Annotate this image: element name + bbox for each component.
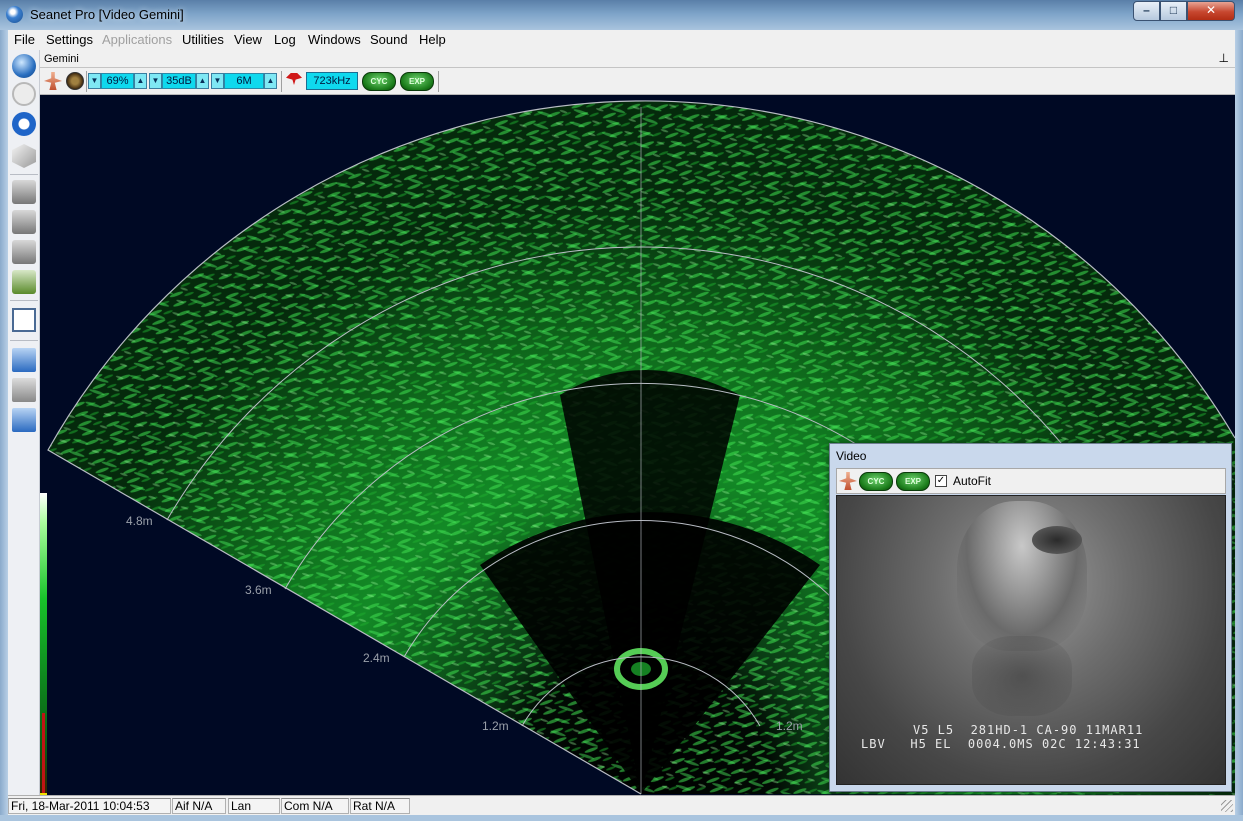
object-shadow — [972, 636, 1072, 716]
db-up-button[interactable]: ▲ — [196, 73, 209, 89]
status-lan: Lan — [228, 798, 280, 814]
db-down-button[interactable]: ▼ — [149, 73, 162, 89]
status-bar: Fri, 18-Mar-2011 10:04:53 Aif N/A Lan Co… — [8, 795, 1235, 815]
disabled-circle-icon[interactable] — [12, 82, 36, 106]
autofit-label: AutoFit — [953, 474, 992, 488]
range-label-4-8m: 4.8m — [126, 514, 153, 528]
menu-settings[interactable]: Settings — [46, 32, 93, 47]
gemini-panel-header: Gemini ⊥ — [40, 50, 1235, 68]
intensity-color-bar — [40, 493, 47, 795]
left-toolbar — [8, 50, 40, 795]
exp-button[interactable]: EXP — [400, 72, 434, 91]
printer-config-icon[interactable] — [12, 270, 36, 294]
menu-log[interactable]: Log — [274, 32, 296, 47]
osd-line-1: V5 L5 281HD-1 CA-90 11MAR11 — [913, 723, 1144, 737]
red-sonar-icon[interactable] — [286, 73, 302, 85]
minimize-button[interactable]: – — [1133, 1, 1160, 21]
monitor-settings-icon[interactable] — [12, 378, 36, 402]
db-value[interactable]: 35dB — [162, 73, 196, 89]
monitor-icon[interactable] — [12, 348, 36, 372]
toolbar-separator — [10, 174, 38, 175]
osd-line-2: LBV H5 EL 0004.0MS 02C 12:43:31 — [861, 737, 1141, 751]
printer-preview-icon[interactable] — [12, 210, 36, 234]
video-toolbar: CYC EXP ✓ AutoFit — [836, 468, 1226, 494]
close-button[interactable]: ✕ — [1187, 1, 1235, 21]
video-cyc-button[interactable]: CYC — [859, 472, 893, 491]
status-com: Com N/A — [281, 798, 349, 814]
window-title-bar[interactable]: Seanet Pro [Video Gemini] – □ ✕ — [0, 0, 1243, 30]
autofit-checkbox[interactable]: ✓ — [935, 475, 947, 487]
gain-down-button[interactable]: ▼ — [88, 73, 101, 89]
menu-utilities[interactable]: Utilities — [182, 32, 224, 47]
status-aif: Aif N/A — [172, 798, 226, 814]
window-icon[interactable] — [12, 308, 36, 332]
range-up-button[interactable]: ▲ — [264, 73, 277, 89]
toolbar-separator — [86, 71, 87, 92]
toolbar-separator — [10, 300, 38, 301]
monitor-add-icon[interactable] — [12, 408, 36, 432]
resize-grip[interactable] — [1221, 800, 1233, 812]
printer-setup-icon[interactable] — [12, 240, 36, 264]
toolbar-separator — [281, 71, 282, 92]
range-label-3-6m: 3.6m — [245, 583, 272, 597]
diver-icon[interactable] — [44, 72, 62, 90]
pin-icon[interactable]: ⊥ — [1219, 51, 1229, 65]
gemini-toolbar: ▼ 69% ▲ ▼ 35dB ▲ ▼ 6M ▲ 723kHz CYC EXP — [40, 68, 1235, 95]
range-label-1-2m-right: 1.2m — [776, 719, 803, 733]
video-exp-button[interactable]: EXP — [896, 472, 930, 491]
status-rat: Rat N/A — [350, 798, 410, 814]
video-window[interactable]: Video CYC EXP ✓ AutoFit V5 L5 281HD-1 CA… — [829, 443, 1232, 792]
range-value[interactable]: 6M — [224, 73, 264, 89]
gain-up-button[interactable]: ▲ — [134, 73, 147, 89]
frequency-value[interactable]: 723kHz — [306, 72, 358, 90]
diver-icon[interactable] — [839, 472, 857, 490]
gain-value[interactable]: 69% — [101, 73, 134, 89]
printer-icon[interactable] — [12, 180, 36, 204]
menu-sound[interactable]: Sound — [370, 32, 408, 47]
menu-applications[interactable]: Applications — [102, 32, 172, 47]
window-frame-left — [0, 30, 8, 821]
range-label-2-4m: 2.4m — [363, 651, 390, 665]
globe-icon[interactable] — [12, 54, 36, 78]
status-datetime: Fri, 18-Mar-2011 10:04:53 — [8, 798, 171, 814]
underwater-object — [957, 501, 1087, 651]
app-globe-icon — [6, 6, 23, 23]
window-title: Seanet Pro [Video Gemini] — [30, 7, 184, 22]
cyc-button[interactable]: CYC — [362, 72, 396, 91]
blue-ring-icon[interactable] — [12, 112, 36, 136]
object-opening — [1032, 526, 1082, 554]
menu-bar: File Settings Applications Utilities Vie… — [8, 30, 1235, 50]
menu-help[interactable]: Help — [419, 32, 446, 47]
camera-feed: V5 L5 281HD-1 CA-90 11MAR11 LBV H5 EL 00… — [836, 495, 1226, 785]
toolbar-separator — [438, 71, 439, 92]
range-label-1-2m-left: 1.2m — [482, 719, 509, 733]
menu-file[interactable]: File — [14, 32, 35, 47]
maximize-button[interactable]: □ — [1160, 1, 1187, 21]
gemini-panel-title: Gemini — [44, 53, 79, 65]
toolbar-separator — [10, 340, 38, 341]
menu-view[interactable]: View — [234, 32, 262, 47]
window-frame-bottom — [0, 815, 1243, 821]
range-down-button[interactable]: ▼ — [211, 73, 224, 89]
disc-icon[interactable] — [66, 72, 84, 90]
window-frame-right — [1235, 30, 1243, 821]
menu-windows[interactable]: Windows — [308, 32, 361, 47]
color-bar-red-marker — [42, 713, 45, 793]
video-window-title: Video — [836, 449, 867, 463]
cube-icon[interactable] — [12, 144, 36, 168]
